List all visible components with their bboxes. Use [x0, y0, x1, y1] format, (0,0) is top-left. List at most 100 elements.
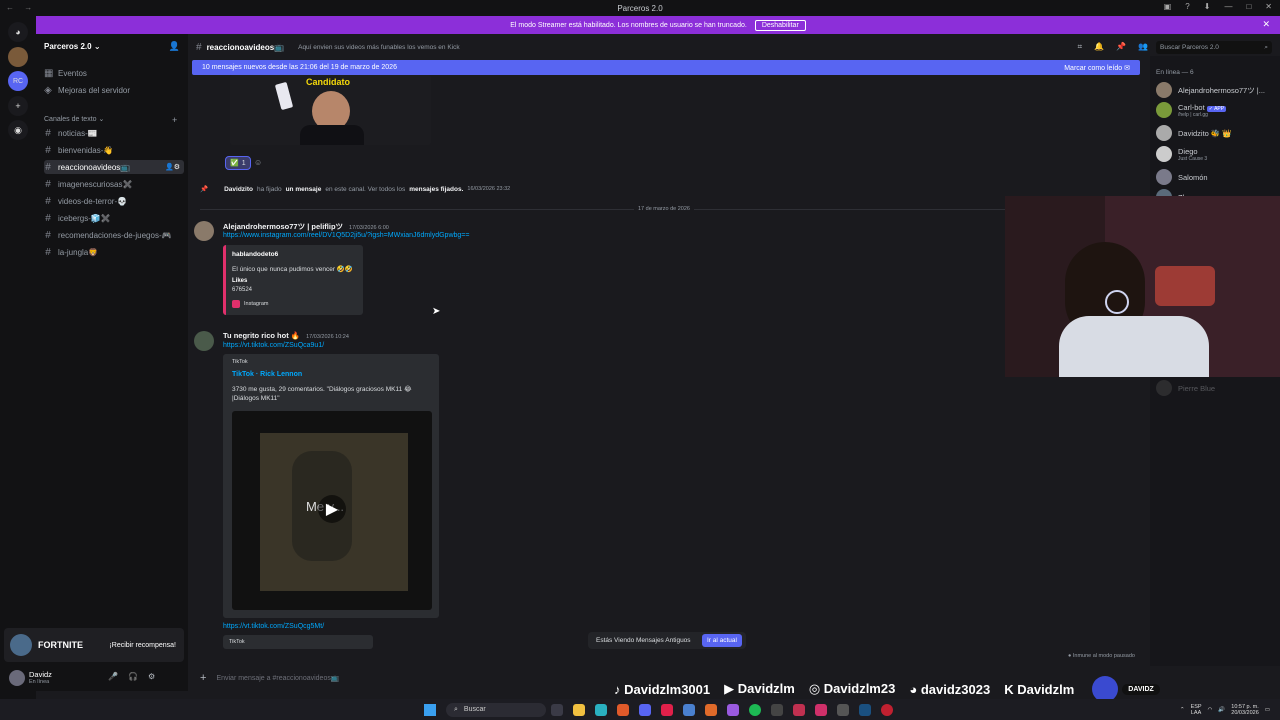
search-icon: ⌕ — [454, 705, 458, 713]
clock[interactable]: 10:57 p. m. 20/03/2026 — [1231, 704, 1259, 716]
message-input[interactable]: Enviar mensaje a #reaccionoavideos📺 — [216, 674, 339, 682]
add-reaction-icon[interactable]: ☺ — [254, 158, 262, 167]
taskbar-search[interactable]: ⌕ Buscar — [446, 702, 546, 717]
server-name[interactable]: Parceros 2.0 ⌄ — [44, 42, 101, 51]
search-input[interactable]: Buscar Parceros 2.0 ⌕ — [1156, 40, 1272, 54]
embed-author[interactable]: hablandodeto6 — [232, 251, 278, 258]
obs-icon[interactable] — [727, 703, 739, 716]
app-taskbar-icon[interactable] — [815, 703, 827, 716]
pin-icon[interactable]: 📌 — [1116, 42, 1126, 52]
bottle-image — [274, 81, 294, 111]
channel-item[interactable]: # noticias-📰 — [44, 126, 184, 140]
play-icon[interactable]: ▶ — [318, 495, 346, 523]
member-item[interactable]: Salomón — [1156, 169, 1208, 185]
members-icon[interactable]: 👥 — [1138, 42, 1148, 52]
firefox-icon[interactable] — [705, 703, 717, 716]
avatar[interactable] — [9, 670, 25, 686]
language-indicator[interactable]: ESP LAA — [1191, 704, 1202, 716]
channel-item[interactable]: # recomendaciones-de-juegos-🎮 — [44, 228, 184, 242]
app-taskbar-icon[interactable] — [837, 703, 849, 716]
steam-icon[interactable] — [859, 703, 871, 716]
file-explorer-icon[interactable] — [573, 703, 585, 716]
date-divider: 17 de marzo de 2026 — [634, 206, 694, 212]
pinned-messages-link[interactable]: mensajes fijados. — [409, 186, 463, 193]
channel-item[interactable]: # icebergs-🧊✖️ — [44, 211, 184, 225]
tiktok-taskbar-icon[interactable] — [661, 703, 673, 716]
embed-title[interactable]: TikTok · Rick Lennon — [232, 371, 302, 378]
brand-badge: DAVIDZ — [1122, 683, 1160, 695]
channel-item[interactable]: # imagenescuriosas✖️ — [44, 177, 184, 191]
gear-icon[interactable]: ⚙ — [148, 672, 155, 681]
member-item[interactable]: Davidzito 🐝 👑 — [1156, 125, 1232, 141]
discord-taskbar-icon[interactable] — [639, 703, 651, 716]
close-button[interactable]: ✕ — [1265, 2, 1272, 11]
member-item[interactable]: Carl-bot ✓ APP/help | carl.gg — [1156, 102, 1227, 118]
channel-item[interactable]: # videos-de-terror-💀 — [44, 194, 184, 208]
reaction-checkmark[interactable]: ✅ 1 — [225, 156, 251, 170]
message-author[interactable]: Tu negrito rico hot 🔥 — [223, 331, 300, 340]
wifi-icon[interactable]: ◠ — [1208, 707, 1213, 713]
inbox-icon[interactable]: ▣ — [1164, 2, 1172, 11]
pin-user[interactable]: Davidzito — [224, 186, 253, 193]
minimize-button[interactable]: — — [1224, 2, 1232, 11]
add-attachment-icon[interactable]: + — [200, 672, 206, 684]
jump-to-present-button[interactable]: Ir al actual — [702, 634, 742, 647]
help-icon[interactable]: ? — [1185, 2, 1189, 11]
close-icon[interactable]: ✕ — [1262, 19, 1270, 30]
add-server-icon[interactable]: + — [8, 96, 28, 116]
channel-name: reaccionoavideos📺 — [206, 42, 285, 52]
discord-home-icon[interactable]: ◕ — [8, 22, 28, 42]
maximize-button[interactable]: □ — [1246, 2, 1251, 11]
headphones-icon[interactable]: 🎧 — [128, 672, 138, 681]
avatar[interactable] — [194, 331, 214, 351]
mark-read-button[interactable]: Marcar como leído ✉ — [1064, 64, 1130, 72]
add-channel-icon[interactable]: + — [172, 115, 177, 125]
tiktok-icon: ♪ Davidzlm3001 — [614, 681, 711, 697]
avatar — [1156, 380, 1172, 396]
message-link[interactable]: https://vt.tiktok.com/ZSuQcg5Mt/ — [223, 623, 324, 630]
new-messages-bar[interactable]: 10 mensajes nuevos desde las 21:06 del 1… — [192, 60, 1140, 75]
nav-arrows-icon[interactable]: ← → — [6, 3, 36, 12]
channel-item[interactable]: # la-jungla🦁 — [44, 245, 184, 259]
app-taskbar-icon[interactable] — [881, 703, 893, 716]
message-author[interactable]: Alejandrohermoso77ツ | peliflipツ — [223, 221, 343, 232]
channel-item-active[interactable]: # reaccionoavideos📺 👤⚙ — [44, 160, 184, 174]
boosts-item[interactable]: ◈ Mejoras del servidor — [44, 83, 184, 97]
volume-icon[interactable]: 🔊 — [1218, 707, 1225, 713]
settings-icon[interactable]: 👤⚙ — [165, 163, 180, 171]
edge-icon[interactable] — [595, 703, 607, 716]
pinned-message-link[interactable]: un mensaje — [286, 186, 322, 193]
task-view-icon[interactable] — [551, 703, 563, 716]
claim-reward-button[interactable]: ¡Recibir recompensa! — [109, 642, 176, 649]
member-item[interactable]: Pierre Blue — [1156, 380, 1215, 396]
brave-icon[interactable] — [617, 703, 629, 716]
embedded-image[interactable]: Candidato — [230, 75, 431, 145]
chevron-up-icon[interactable]: ⌃ — [1180, 707, 1185, 713]
member-item[interactable]: Diego Just Cause 3 — [1156, 146, 1207, 162]
category-text-channels[interactable]: Canales de texto ⌄ — [44, 115, 104, 123]
app-taskbar-icon[interactable] — [771, 703, 783, 716]
channel-item[interactable]: # bienvenidas-👋 — [44, 143, 184, 157]
app-taskbar-icon[interactable] — [793, 703, 805, 716]
member-item[interactable]: Alejandrohermoso77ツ |... — [1156, 82, 1265, 98]
app-taskbar-icon[interactable] — [683, 703, 695, 716]
server-icon-alt[interactable]: RC — [8, 71, 28, 91]
microphone-icon[interactable]: 🎤 — [108, 672, 118, 681]
promo-card[interactable]: FORTNITE ¡Recibir recompensa! — [4, 628, 184, 662]
server-icon[interactable] — [8, 47, 28, 67]
discover-icon[interactable]: ◉ — [8, 120, 28, 140]
video-thumbnail[interactable]: Me y... ▶ — [232, 411, 432, 610]
message-link[interactable]: https://www.instagram.com/reel/DV1Q5D2ji… — [223, 232, 469, 239]
invite-icon[interactable]: 👤 — [169, 41, 180, 52]
threads-icon[interactable]: ⌗ — [1078, 42, 1083, 52]
download-icon[interactable]: ⬇ — [1204, 2, 1211, 11]
disable-streamer-button[interactable]: Deshabilitar — [754, 19, 806, 31]
avatar[interactable] — [194, 221, 214, 241]
spotify-icon[interactable] — [749, 703, 761, 716]
embed-field-name: Likes — [232, 278, 248, 284]
bell-icon[interactable]: 🔔 — [1094, 42, 1104, 52]
notification-icon[interactable]: ▭ — [1265, 707, 1270, 713]
windows-start-icon[interactable] — [424, 703, 436, 716]
message-link[interactable]: https://vt.tiktok.com/ZSuQca9u1/ — [223, 342, 324, 349]
events-item[interactable]: ▦ Eventos — [44, 66, 184, 80]
